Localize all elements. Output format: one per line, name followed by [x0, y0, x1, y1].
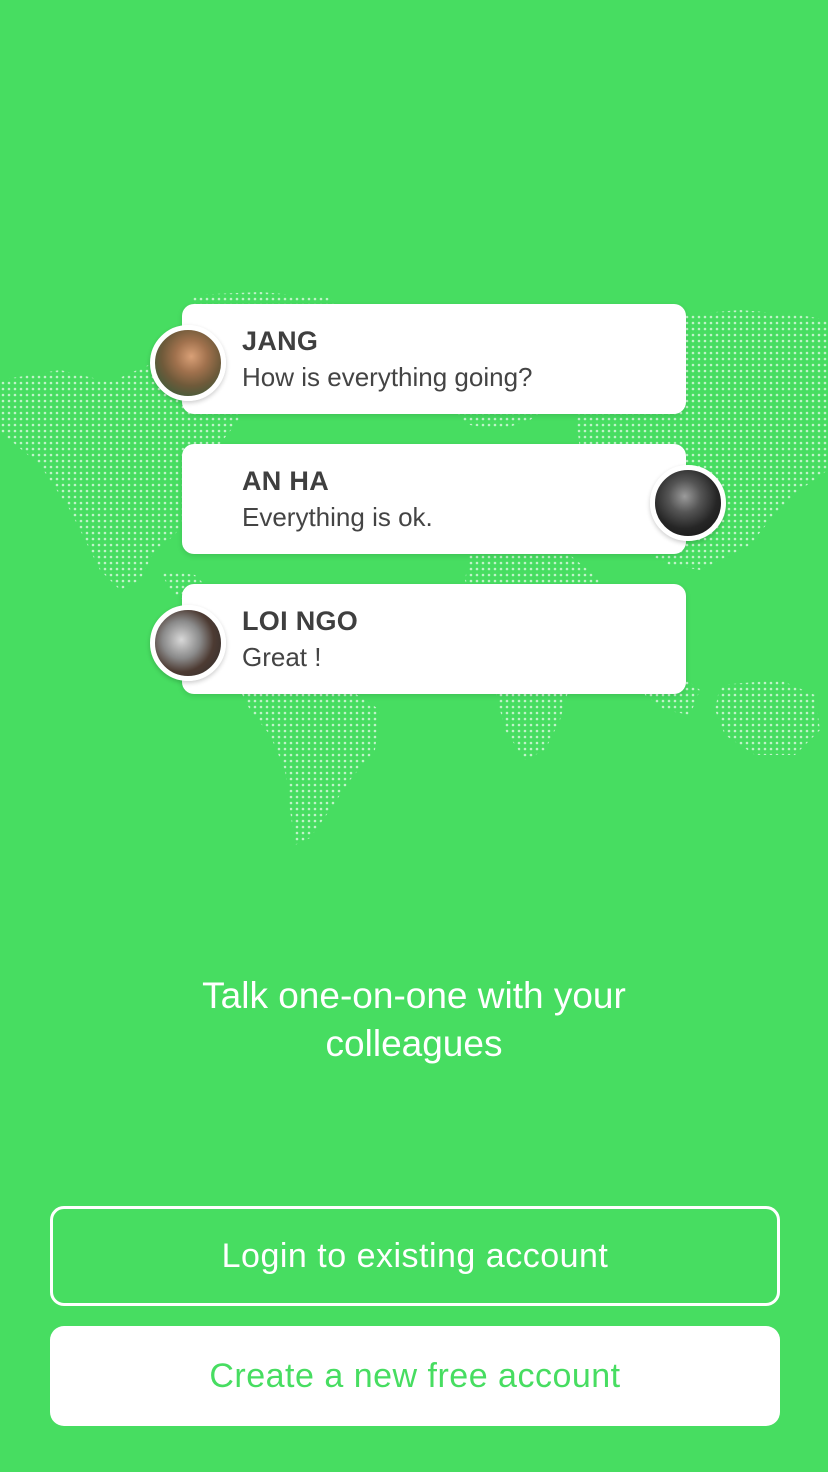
user-avatar: [150, 605, 226, 681]
message-text: How is everything going?: [242, 362, 533, 392]
sender-name: LOI NGO: [242, 606, 359, 636]
chat-message-card: AN HA Everything is ok.: [182, 444, 686, 554]
sender-name: JANG: [242, 326, 319, 356]
onboarding-headline: Talk one-on-one with your colleagues: [202, 975, 626, 1064]
chat-message-card: JANG How is everything going?: [182, 304, 686, 414]
message-text: Everything is ok.: [242, 502, 433, 532]
onboarding-screen: JANG How is everything going? AN HA Ever…: [0, 0, 828, 1472]
user-avatar: [150, 325, 226, 401]
login-button[interactable]: Login to existing account: [50, 1206, 780, 1306]
message-text: Great !: [242, 642, 322, 672]
sender-name: AN HA: [242, 466, 329, 496]
user-avatar: [650, 465, 726, 541]
create-account-button[interactable]: Create a new free account: [50, 1326, 780, 1426]
chat-message-card: LOI NGO Great !: [182, 584, 686, 694]
